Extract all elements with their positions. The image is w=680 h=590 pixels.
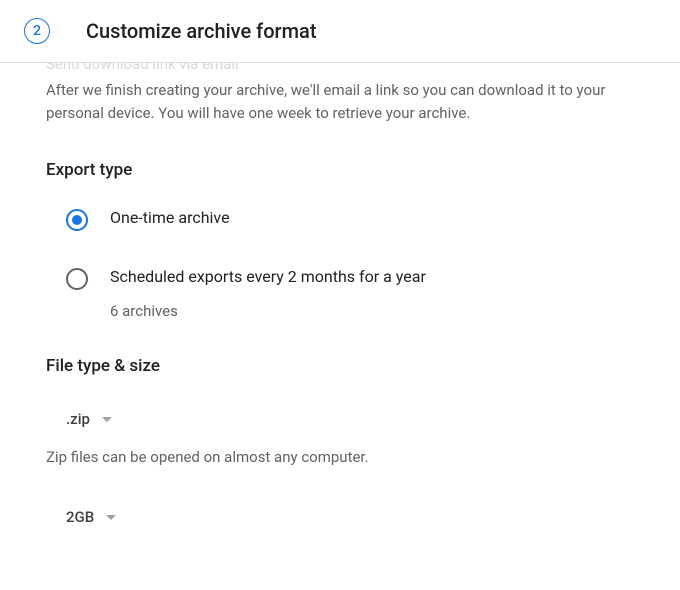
radio-scheduled-exports[interactable]: Scheduled exports every 2 months for a y… bbox=[66, 267, 634, 320]
step-header: 2 Customize archive format bbox=[0, 0, 680, 63]
radio-button-icon bbox=[66, 268, 88, 290]
file-type-description: Zip files can be opened on almost any co… bbox=[46, 448, 634, 466]
file-type-dropdown[interactable]: .zip bbox=[58, 404, 120, 434]
radio-one-time-archive[interactable]: One-time archive bbox=[66, 208, 634, 231]
radio-label: Scheduled exports every 2 months for a y… bbox=[110, 267, 426, 286]
file-type-value: .zip bbox=[66, 410, 90, 428]
file-type-size-heading: File type & size bbox=[46, 356, 634, 376]
step-number-badge: 2 bbox=[24, 18, 50, 44]
export-type-radio-group: One-time archive Scheduled exports every… bbox=[46, 208, 634, 320]
file-size-value: 2GB bbox=[66, 508, 94, 526]
step-number: 2 bbox=[33, 23, 41, 39]
content-area: After we finish creating your archive, w… bbox=[0, 63, 680, 532]
chevron-down-icon bbox=[102, 417, 112, 422]
radio-button-icon bbox=[66, 209, 88, 231]
file-type-section: .zip Zip files can be opened on almost a… bbox=[46, 404, 634, 532]
page-title: Customize archive format bbox=[86, 19, 317, 43]
file-size-dropdown[interactable]: 2GB bbox=[58, 502, 124, 532]
radio-dot-icon bbox=[72, 215, 82, 225]
description-text: After we finish creating your archive, w… bbox=[46, 79, 634, 124]
export-type-heading: Export type bbox=[46, 160, 634, 180]
radio-label: One-time archive bbox=[110, 208, 230, 227]
chevron-down-icon bbox=[106, 515, 116, 520]
radio-subtext: 6 archives bbox=[110, 302, 426, 320]
